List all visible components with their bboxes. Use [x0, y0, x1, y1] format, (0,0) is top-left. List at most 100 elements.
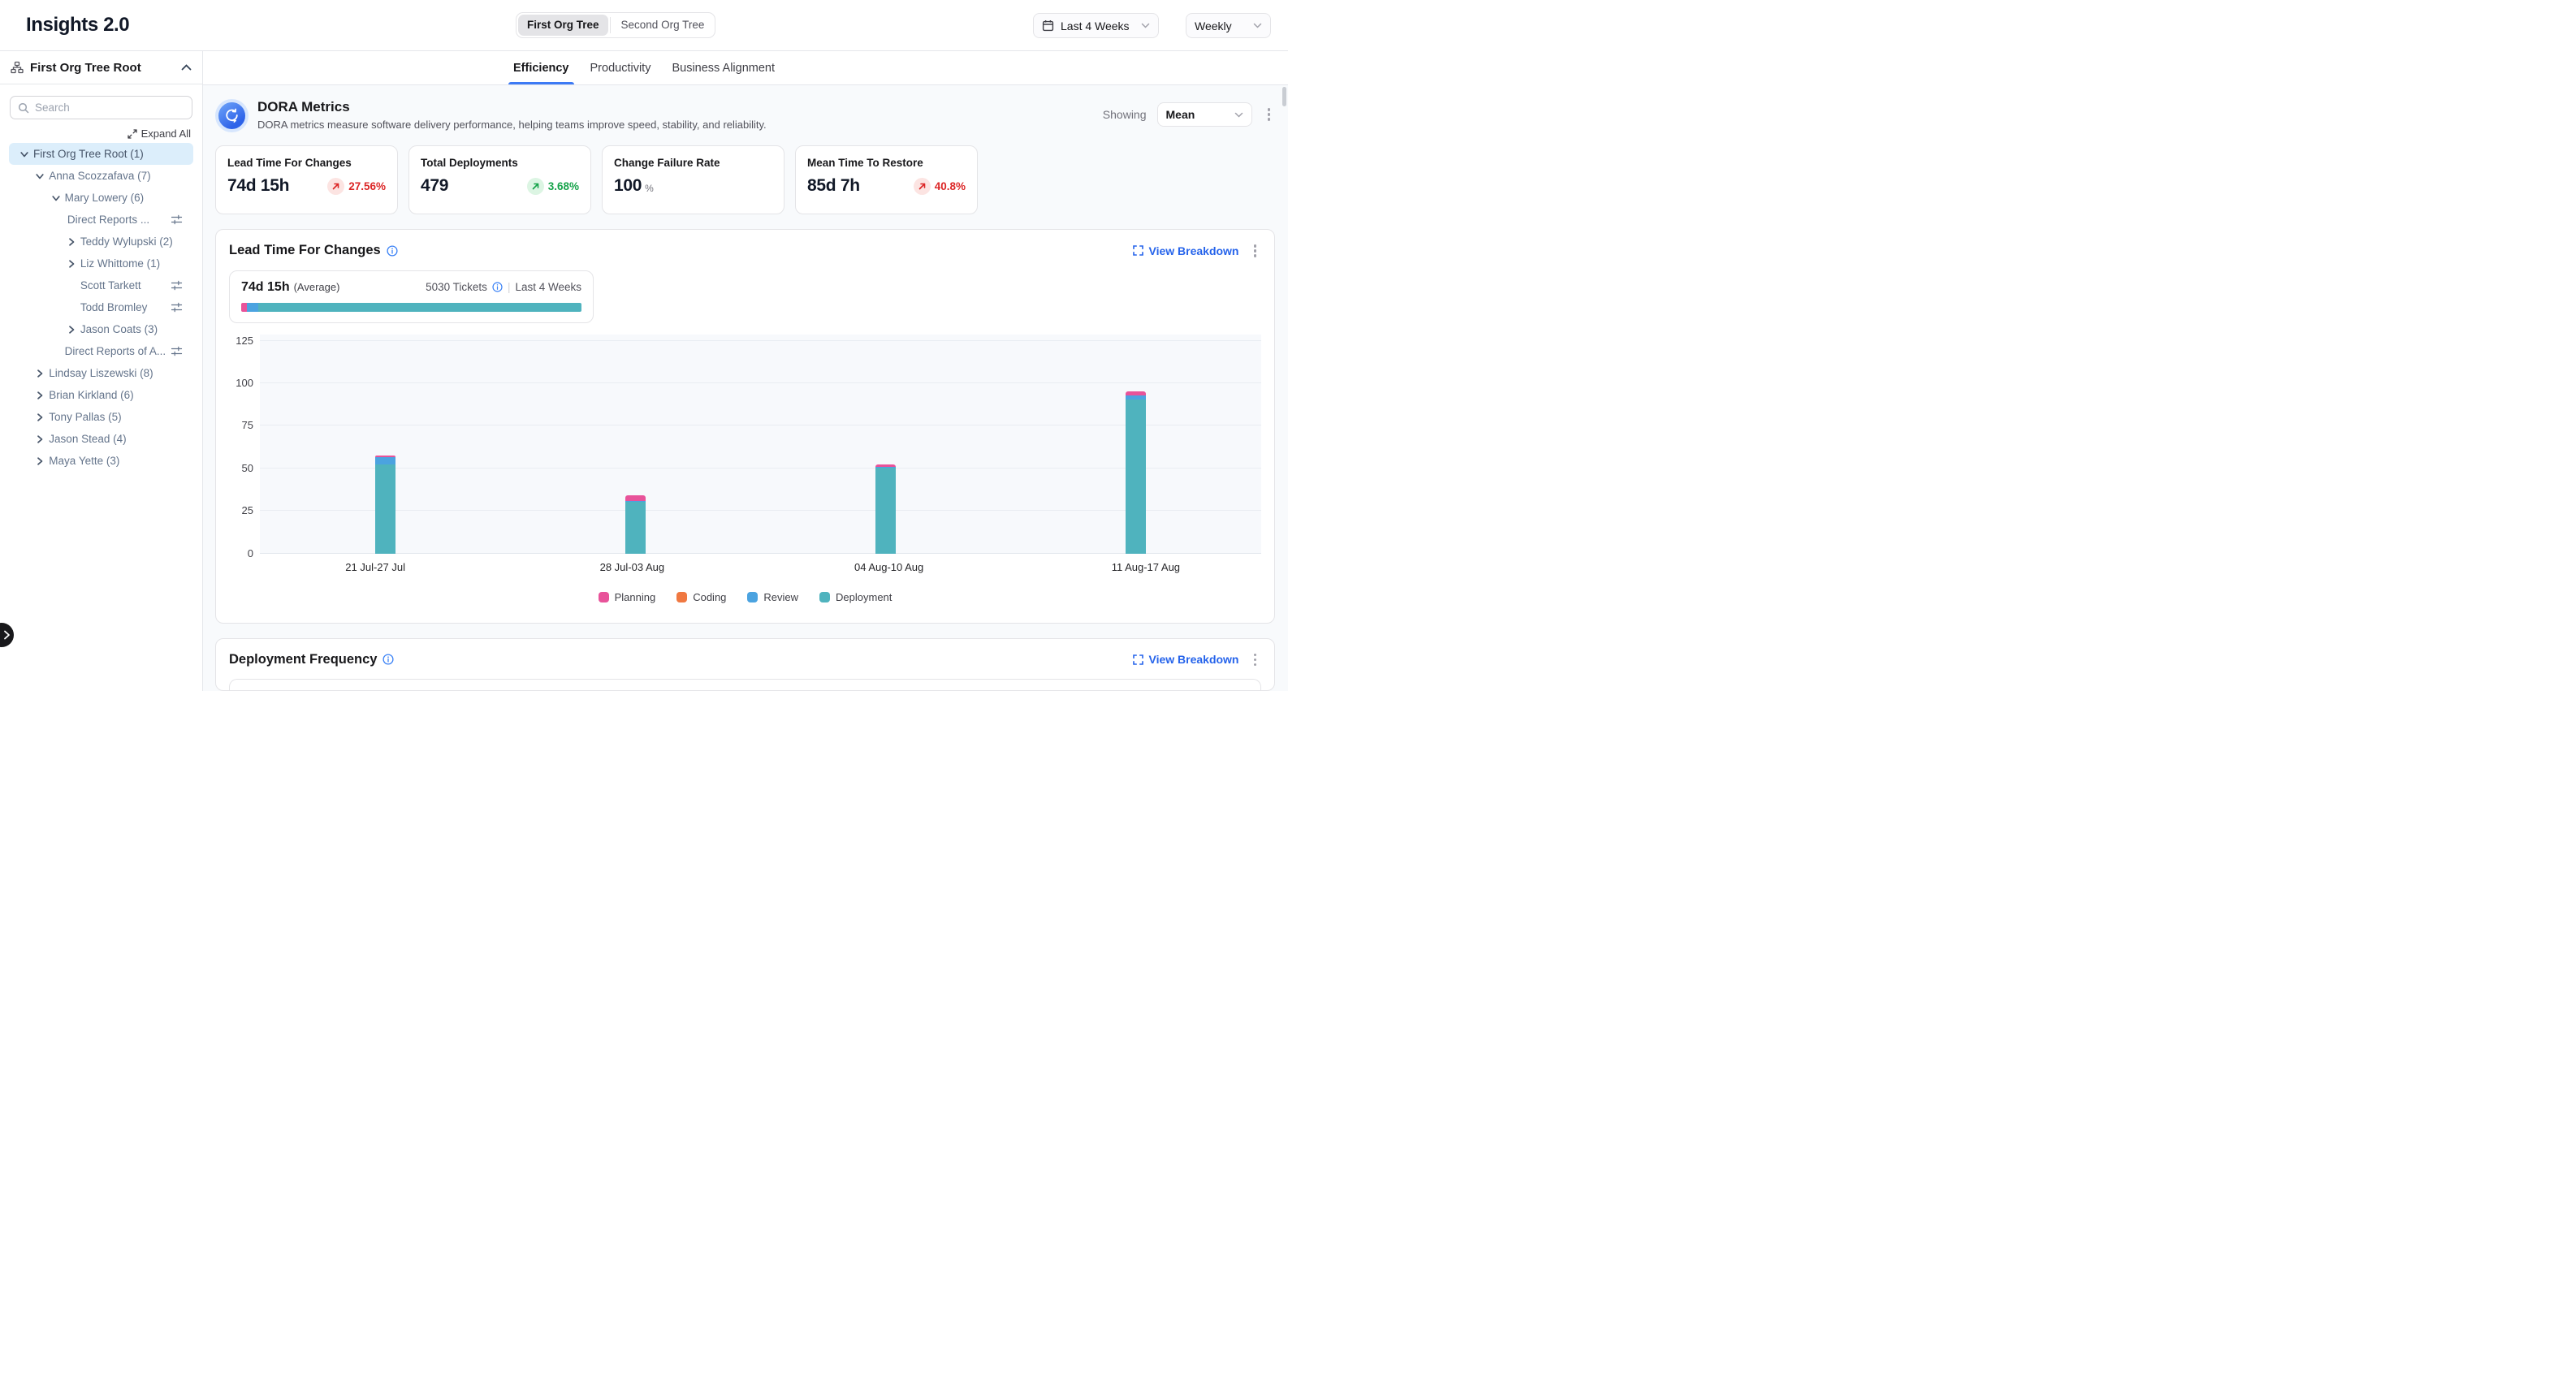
phase-segment-deployment [258, 303, 581, 312]
tree-item-liz-whittome-1[interactable]: Liz Whittome (1) [9, 253, 193, 274]
org-toggle-option[interactable]: Second Org Tree [612, 15, 714, 36]
aggregation-select[interactable]: Mean [1157, 102, 1252, 127]
deployment-frequency-panel: Deployment Frequency View Breakdown [215, 638, 1275, 692]
legend-item-coding[interactable]: Coding [676, 591, 726, 603]
sidebar: First Org Tree Root Expand All First Org… [0, 51, 203, 691]
legend-item-planning[interactable]: Planning [599, 591, 656, 603]
bar-segment-review [375, 457, 395, 464]
stacked-bar-04-aug-10-aug[interactable] [875, 464, 896, 553]
summary-tickets: 5030 Tickets [426, 281, 487, 293]
y-axis-tick-label: 75 [242, 420, 253, 431]
lead-time-summary-card: 74d 15h (Average) 5030 Tickets | Last 4 … [229, 270, 594, 323]
chevron-down-icon[interactable] [20, 150, 33, 158]
filter-sliders-icon[interactable] [171, 301, 183, 313]
info-icon[interactable] [383, 654, 394, 665]
granularity-value: Weekly [1195, 19, 1247, 32]
tree-item-maya-yette-3[interactable]: Maya Yette (3) [9, 450, 193, 472]
metric-cards-row: Lead Time For Changes 74d 15h 27.56%Tota… [215, 145, 1275, 214]
tree-item-todd-bromley[interactable]: Todd Bromley [9, 296, 193, 318]
chevron-right-icon[interactable] [67, 260, 80, 268]
bar-segment-deployment [1126, 399, 1146, 554]
chevron-down-icon[interactable] [52, 194, 65, 202]
chevron-right-icon[interactable] [36, 413, 49, 421]
tree-item-first-org-tree-root-1[interactable]: First Org Tree Root (1) [9, 143, 193, 165]
tree-item-tony-pallas-5[interactable]: Tony Pallas (5) [9, 406, 193, 428]
filter-sliders-icon[interactable] [171, 214, 183, 226]
filter-sliders-icon[interactable] [171, 345, 183, 357]
bar-segment-deployment [375, 464, 395, 554]
dora-metrics-title: DORA Metrics [257, 99, 767, 115]
x-axis-tick-label: 04 Aug-10 Aug [761, 561, 1018, 573]
lead-time-title: Lead Time For Changes [229, 243, 381, 258]
lead-time-kebab-menu-icon[interactable] [1249, 241, 1262, 261]
legend-item-deployment[interactable]: Deployment [819, 591, 892, 603]
legend-label: Coding [693, 591, 726, 603]
tree-item-teddy-wylupski-2[interactable]: Teddy Wylupski (2) [9, 231, 193, 253]
tab-business-alignment[interactable]: Business Alignment [672, 51, 775, 84]
showing-label: Showing [1103, 108, 1147, 121]
aggregation-value: Mean [1166, 108, 1234, 121]
tree-item-direct-reports[interactable]: Direct Reports ... [9, 209, 193, 231]
stacked-bar-28-jul-03-aug[interactable] [625, 495, 646, 553]
summary-separator: | [508, 281, 511, 293]
chevron-right-icon[interactable] [36, 391, 49, 399]
toggle-divider [610, 17, 611, 33]
stacked-bar-11-aug-17-aug[interactable] [1126, 391, 1146, 553]
deployment-frequency-kebab-menu-icon[interactable] [1249, 650, 1262, 670]
chevron-right-icon[interactable] [36, 457, 49, 465]
tree-item-brian-kirkland-6[interactable]: Brian Kirkland (6) [9, 384, 193, 406]
tree-item-label: Anna Scozzafava (7) [49, 170, 150, 182]
expand-all-label: Expand All [141, 127, 191, 140]
view-breakdown-button[interactable]: View Breakdown [1133, 244, 1238, 257]
summary-average-value: 74d 15h [241, 280, 290, 295]
chart-legend: Planning Coding Review Deployment [216, 591, 1274, 623]
chevron-right-icon[interactable] [67, 238, 80, 246]
tree-item-scott-tarkett[interactable]: Scott Tarkett [9, 274, 193, 296]
legend-item-review[interactable]: Review [747, 591, 798, 603]
metric-card-value: 85d 7h [807, 176, 860, 196]
bar-segment-deployment [625, 502, 646, 554]
tree-item-anna-scozzafava-7[interactable]: Anna Scozzafava (7) [9, 165, 193, 187]
tab-efficiency[interactable]: Efficiency [513, 51, 569, 84]
date-range-select[interactable]: Last 4 Weeks [1033, 13, 1159, 38]
tree-item-label: Direct Reports of A... [65, 345, 166, 357]
tree-item-jason-stead-4[interactable]: Jason Stead (4) [9, 428, 193, 450]
tree-item-jason-coats-3[interactable]: Jason Coats (3) [9, 318, 193, 340]
info-icon[interactable] [387, 245, 398, 257]
info-icon[interactable] [492, 282, 503, 292]
org-toggle-option[interactable]: First Org Tree [518, 15, 608, 36]
gridline [260, 553, 1261, 554]
bar-segment-deployment [875, 468, 896, 554]
tree-item-label: First Org Tree Root (1) [33, 148, 144, 160]
bar-segment-planning [625, 495, 646, 501]
y-axis-tick-label: 100 [236, 378, 253, 389]
chevron-down-icon[interactable] [36, 172, 49, 180]
stacked-bar-21-jul-27-jul[interactable] [375, 456, 395, 554]
tabs-bar: Efficiency Productivity Business Alignment [203, 51, 1288, 85]
chevron-right-icon[interactable] [36, 369, 49, 378]
tree-item-label: Teddy Wylupski (2) [80, 235, 173, 248]
phase-segment-planning [241, 303, 247, 312]
granularity-select[interactable]: Weekly [1186, 13, 1271, 38]
chevron-right-icon[interactable] [36, 435, 49, 443]
filter-sliders-icon[interactable] [171, 279, 183, 292]
tree-item-lindsay-liszewski-8[interactable]: Lindsay Liszewski (8) [9, 362, 193, 384]
tab-productivity[interactable]: Productivity [590, 51, 651, 84]
org-chart-icon [11, 61, 24, 74]
scrollbar-thumb[interactable] [1282, 87, 1286, 106]
view-breakdown-icon [1133, 654, 1143, 665]
gridline [260, 340, 1261, 341]
dora-kebab-menu-icon[interactable] [1263, 105, 1276, 124]
tree-item-mary-lowery-6[interactable]: Mary Lowery (6) [9, 187, 193, 209]
legend-swatch [599, 592, 609, 602]
collapse-panel-icon[interactable] [181, 64, 192, 71]
chevron-right-icon[interactable] [67, 326, 80, 334]
lead-time-chart: 0255075100125 [229, 335, 1261, 554]
y-axis-tick-label: 50 [242, 463, 253, 474]
expand-all-button[interactable]: Expand All [11, 127, 191, 140]
tree-item-direct-reports-of-a[interactable]: Direct Reports of A... [9, 340, 193, 362]
view-breakdown-button[interactable]: View Breakdown [1133, 653, 1238, 666]
tree-item-label: Direct Reports ... [67, 214, 149, 226]
search-input[interactable] [35, 101, 184, 114]
metric-card-title: Mean Time To Restore [807, 157, 966, 169]
